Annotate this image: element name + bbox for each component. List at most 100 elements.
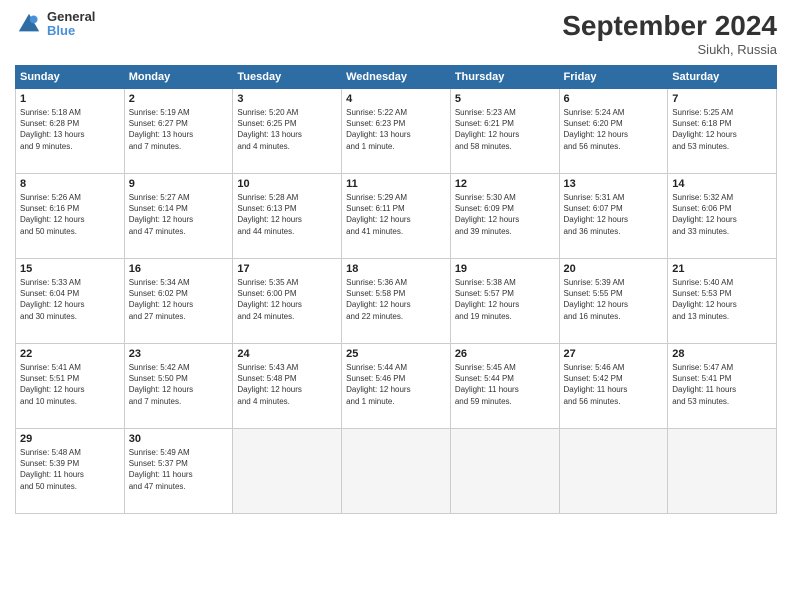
calendar-cell: 30 Sunrise: 5:49 AM Sunset: 5:37 PM Dayli… <box>124 429 233 514</box>
day-number: 14 <box>672 178 772 190</box>
day-info: Sunrise: 5:24 AM Sunset: 6:20 PM Dayligh… <box>564 107 664 152</box>
weekday-header-row: SundayMondayTuesdayWednesdayThursdayFrid… <box>16 66 777 89</box>
day-info: Sunrise: 5:27 AM Sunset: 6:14 PM Dayligh… <box>129 192 229 237</box>
calendar-cell: 9 Sunrise: 5:27 AM Sunset: 6:14 PM Daylig… <box>124 174 233 259</box>
calendar-cell: 23 Sunrise: 5:42 AM Sunset: 5:50 PM Dayli… <box>124 344 233 429</box>
day-info: Sunrise: 5:45 AM Sunset: 5:44 PM Dayligh… <box>455 362 555 407</box>
day-info: Sunrise: 5:26 AM Sunset: 6:16 PM Dayligh… <box>20 192 120 237</box>
day-number: 29 <box>20 433 120 445</box>
day-info: Sunrise: 5:19 AM Sunset: 6:27 PM Dayligh… <box>129 107 229 152</box>
day-info: Sunrise: 5:47 AM Sunset: 5:41 PM Dayligh… <box>672 362 772 407</box>
calendar-cell <box>559 429 668 514</box>
logo-blue: Blue <box>47 24 95 38</box>
day-info: Sunrise: 5:28 AM Sunset: 6:13 PM Dayligh… <box>237 192 337 237</box>
day-number: 10 <box>237 178 337 190</box>
day-info: Sunrise: 5:35 AM Sunset: 6:00 PM Dayligh… <box>237 277 337 322</box>
calendar-cell: 17 Sunrise: 5:35 AM Sunset: 6:00 PM Dayli… <box>233 259 342 344</box>
day-number: 16 <box>129 263 229 275</box>
day-number: 11 <box>346 178 446 190</box>
weekday-header: Thursday <box>450 66 559 89</box>
calendar-cell: 7Sunrise: 5:25 AM Sunset: 6:18 PM Daylig… <box>668 89 777 174</box>
weekday-header: Friday <box>559 66 668 89</box>
day-info: Sunrise: 5:36 AM Sunset: 5:58 PM Dayligh… <box>346 277 446 322</box>
day-number: 25 <box>346 348 446 360</box>
weekday-header: Saturday <box>668 66 777 89</box>
calendar-cell: 22Sunrise: 5:41 AM Sunset: 5:51 PM Dayli… <box>16 344 125 429</box>
day-info: Sunrise: 5:22 AM Sunset: 6:23 PM Dayligh… <box>346 107 446 152</box>
day-info: Sunrise: 5:31 AM Sunset: 6:07 PM Dayligh… <box>564 192 664 237</box>
calendar-cell: 25Sunrise: 5:44 AM Sunset: 5:46 PM Dayli… <box>342 344 451 429</box>
calendar-cell: 13 Sunrise: 5:31 AM Sunset: 6:07 PM Dayli… <box>559 174 668 259</box>
day-info: Sunrise: 5:33 AM Sunset: 6:04 PM Dayligh… <box>20 277 120 322</box>
day-info: Sunrise: 5:32 AM Sunset: 6:06 PM Dayligh… <box>672 192 772 237</box>
calendar-cell: 14 Sunrise: 5:32 AM Sunset: 6:06 PM Dayli… <box>668 174 777 259</box>
calendar-cell: 26Sunrise: 5:45 AM Sunset: 5:44 PM Dayli… <box>450 344 559 429</box>
day-number: 17 <box>237 263 337 275</box>
day-number: 24 <box>237 348 337 360</box>
weekday-header: Wednesday <box>342 66 451 89</box>
calendar-cell: 1Sunrise: 5:18 AM Sunset: 6:28 PM Daylig… <box>16 89 125 174</box>
day-info: Sunrise: 5:30 AM Sunset: 6:09 PM Dayligh… <box>455 192 555 237</box>
calendar-cell: 20 Sunrise: 5:39 AM Sunset: 5:55 PM Dayli… <box>559 259 668 344</box>
day-number: 28 <box>672 348 772 360</box>
calendar-cell <box>233 429 342 514</box>
day-number: 9 <box>129 178 229 190</box>
calendar-cell <box>668 429 777 514</box>
day-info: Sunrise: 5:43 AM Sunset: 5:48 PM Dayligh… <box>237 362 337 407</box>
calendar-cell: 16Sunrise: 5:34 AM Sunset: 6:02 PM Dayli… <box>124 259 233 344</box>
logo-text: General Blue <box>47 10 95 39</box>
calendar-cell: 28 Sunrise: 5:47 AM Sunset: 5:41 PM Dayli… <box>668 344 777 429</box>
day-number: 2 <box>129 93 229 105</box>
day-info: Sunrise: 5:18 AM Sunset: 6:28 PM Dayligh… <box>20 107 120 152</box>
calendar-cell: 15 Sunrise: 5:33 AM Sunset: 6:04 PM Dayli… <box>16 259 125 344</box>
calendar-cell: 10 Sunrise: 5:28 AM Sunset: 6:13 PM Dayli… <box>233 174 342 259</box>
day-number: 20 <box>564 263 664 275</box>
day-info: Sunrise: 5:38 AM Sunset: 5:57 PM Dayligh… <box>455 277 555 322</box>
calendar-cell <box>342 429 451 514</box>
day-info: Sunrise: 5:39 AM Sunset: 5:55 PM Dayligh… <box>564 277 664 322</box>
day-number: 3 <box>237 93 337 105</box>
calendar-cell: 2 Sunrise: 5:19 AM Sunset: 6:27 PM Daylig… <box>124 89 233 174</box>
title-block: September 2024 Siukh, Russia <box>562 10 777 57</box>
logo: General Blue <box>15 10 95 39</box>
calendar-cell: 18Sunrise: 5:36 AM Sunset: 5:58 PM Dayli… <box>342 259 451 344</box>
calendar-cell: 21 Sunrise: 5:40 AM Sunset: 5:53 PM Dayli… <box>668 259 777 344</box>
calendar-week-row: 15 Sunrise: 5:33 AM Sunset: 6:04 PM Dayli… <box>16 259 777 344</box>
day-number: 23 <box>129 348 229 360</box>
calendar-week-row: 22Sunrise: 5:41 AM Sunset: 5:51 PM Dayli… <box>16 344 777 429</box>
calendar-cell: 6 Sunrise: 5:24 AM Sunset: 6:20 PM Daylig… <box>559 89 668 174</box>
day-number: 5 <box>455 93 555 105</box>
location: Siukh, Russia <box>562 42 777 57</box>
page-header: General Blue September 2024 Siukh, Russi… <box>15 10 777 57</box>
calendar-cell <box>450 429 559 514</box>
day-number: 7 <box>672 93 772 105</box>
day-number: 13 <box>564 178 664 190</box>
day-info: Sunrise: 5:41 AM Sunset: 5:51 PM Dayligh… <box>20 362 120 407</box>
day-number: 15 <box>20 263 120 275</box>
day-number: 21 <box>672 263 772 275</box>
day-number: 12 <box>455 178 555 190</box>
calendar-page: General Blue September 2024 Siukh, Russi… <box>0 0 792 612</box>
day-info: Sunrise: 5:42 AM Sunset: 5:50 PM Dayligh… <box>129 362 229 407</box>
calendar-cell: 27Sunrise: 5:46 AM Sunset: 5:42 PM Dayli… <box>559 344 668 429</box>
calendar-cell: 5 Sunrise: 5:23 AM Sunset: 6:21 PM Daylig… <box>450 89 559 174</box>
logo-general: General <box>47 10 95 24</box>
calendar-cell: 12 Sunrise: 5:30 AM Sunset: 6:09 PM Dayli… <box>450 174 559 259</box>
day-number: 6 <box>564 93 664 105</box>
calendar-week-row: 1Sunrise: 5:18 AM Sunset: 6:28 PM Daylig… <box>16 89 777 174</box>
calendar-cell: 3 Sunrise: 5:20 AM Sunset: 6:25 PM Daylig… <box>233 89 342 174</box>
day-info: Sunrise: 5:48 AM Sunset: 5:39 PM Dayligh… <box>20 447 120 492</box>
calendar-week-row: 8Sunrise: 5:26 AM Sunset: 6:16 PM Daylig… <box>16 174 777 259</box>
calendar-table: SundayMondayTuesdayWednesdayThursdayFrid… <box>15 65 777 514</box>
day-number: 19 <box>455 263 555 275</box>
day-number: 30 <box>129 433 229 445</box>
month-title: September 2024 <box>562 10 777 42</box>
day-info: Sunrise: 5:40 AM Sunset: 5:53 PM Dayligh… <box>672 277 772 322</box>
day-info: Sunrise: 5:20 AM Sunset: 6:25 PM Dayligh… <box>237 107 337 152</box>
day-info: Sunrise: 5:23 AM Sunset: 6:21 PM Dayligh… <box>455 107 555 152</box>
calendar-cell: 24 Sunrise: 5:43 AM Sunset: 5:48 PM Dayli… <box>233 344 342 429</box>
weekday-header: Tuesday <box>233 66 342 89</box>
calendar-week-row: 29 Sunrise: 5:48 AM Sunset: 5:39 PM Dayli… <box>16 429 777 514</box>
day-number: 27 <box>564 348 664 360</box>
day-info: Sunrise: 5:49 AM Sunset: 5:37 PM Dayligh… <box>129 447 229 492</box>
